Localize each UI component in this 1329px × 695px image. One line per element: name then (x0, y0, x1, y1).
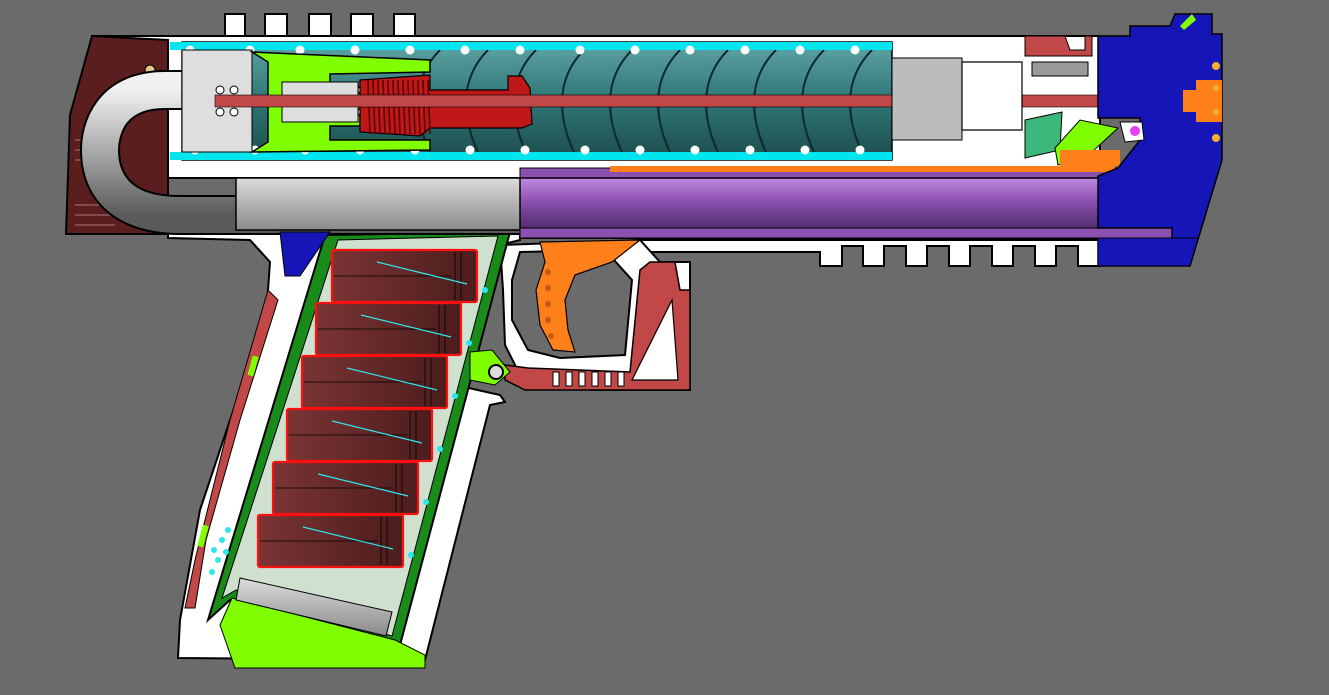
cylinder-dot (745, 145, 755, 155)
cylinder-dot (520, 145, 530, 155)
valve-grey (1031, 61, 1089, 77)
cylinder-dot (740, 45, 750, 55)
nozzle-housing (891, 57, 963, 141)
cylinder-dot (580, 145, 590, 155)
front-magenta-dot (1130, 126, 1140, 136)
cad-viewport[interactable] (0, 0, 1329, 695)
cylinder-dot (575, 45, 585, 55)
cylinder-dot (460, 45, 470, 55)
barrel-sheath-bottom (519, 227, 1173, 239)
front-lower-block (1097, 237, 1199, 267)
cylinder-dot (635, 145, 645, 155)
cylinder-dot (855, 145, 865, 155)
cylinder-dot (800, 145, 810, 155)
magazine-cell (300, 354, 458, 410)
cylinder-dot (685, 45, 695, 55)
magazine-cell (314, 301, 472, 357)
grip-lever-pin (488, 364, 504, 380)
nozzle-body (961, 61, 1023, 131)
cylinder-dot (690, 145, 700, 155)
pipe-collar (235, 177, 537, 231)
barrel (519, 177, 1173, 231)
cylinder-dot (465, 145, 475, 155)
cylinder-dot (350, 45, 360, 55)
magazine-cell (256, 513, 414, 569)
cylinder-dot (295, 45, 305, 55)
cylinder-dot (515, 45, 525, 55)
cylinder-bottom-edge (170, 152, 892, 160)
barrel-orange-strip (610, 166, 1115, 172)
magazine-cell (271, 460, 429, 516)
cylinder-dot (850, 45, 860, 55)
cylinder-top-edge (170, 42, 892, 50)
cylinder-dot (630, 45, 640, 55)
pistol-cutaway-diagram (0, 0, 1329, 695)
cylinder-dot (405, 45, 415, 55)
magazine-cell (285, 407, 443, 463)
center-rod (214, 94, 1221, 108)
valve-orange (1060, 150, 1120, 166)
magazine-cell (330, 248, 488, 304)
cylinder-dot (795, 45, 805, 55)
